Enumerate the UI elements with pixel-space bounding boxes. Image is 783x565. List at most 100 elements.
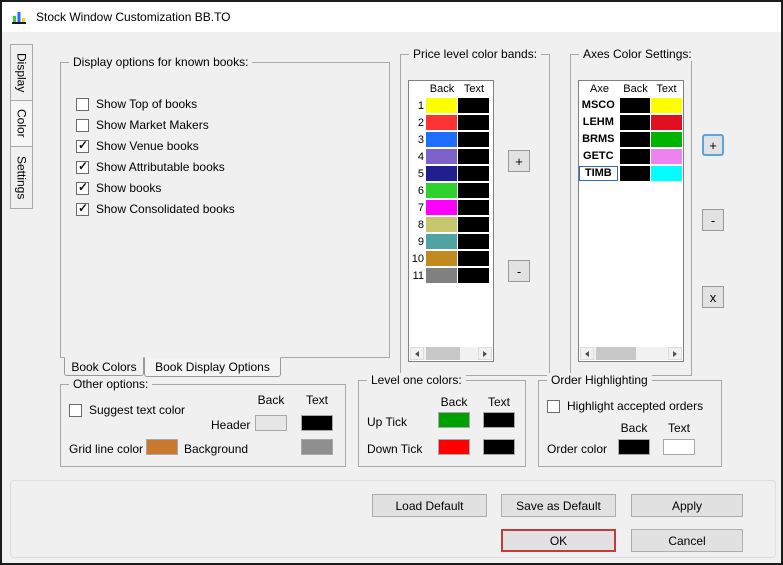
axe-back-swatch[interactable] [620, 98, 651, 113]
price-band-back-swatch[interactable] [426, 132, 457, 147]
ok-button[interactable]: OK [501, 529, 616, 552]
price-band-row[interactable]: 10 [409, 250, 493, 267]
checkbox-show-books[interactable] [76, 182, 89, 195]
axe-back-swatch[interactable] [620, 166, 651, 181]
axe-text-swatch[interactable] [651, 149, 682, 164]
price-band-text-swatch[interactable] [458, 132, 489, 147]
price-band-back-swatch[interactable] [426, 115, 457, 130]
price-band-text-swatch[interactable] [458, 268, 489, 283]
price-band-text-swatch[interactable] [458, 251, 489, 266]
price-band-text-swatch[interactable] [458, 217, 489, 232]
scroll-track[interactable] [594, 347, 668, 360]
grid-line-color-swatch[interactable] [146, 439, 178, 455]
header-back-swatch[interactable] [255, 415, 287, 431]
price-band-back-swatch[interactable] [426, 268, 457, 283]
checkbox-show-market-makers[interactable] [76, 119, 89, 132]
price-band-row[interactable]: 3 [409, 131, 493, 148]
price-band-row[interactable]: 1 [409, 97, 493, 114]
scroll-left-arrow-icon[interactable] [580, 347, 594, 360]
price-band-text-swatch[interactable] [458, 115, 489, 130]
axe-back-swatch[interactable] [620, 149, 651, 164]
order-back-swatch[interactable] [618, 439, 650, 455]
price-band-row[interactable]: 9 [409, 233, 493, 250]
axe-name[interactable]: LEHM [579, 115, 618, 130]
down-tick-back-swatch[interactable] [438, 439, 470, 455]
axe-text-swatch[interactable] [651, 166, 682, 181]
checkbox-suggest-text-color[interactable] [69, 404, 82, 417]
checkbox-highlight-accepted-orders[interactable] [547, 400, 560, 413]
tab-settings[interactable]: Settings [10, 146, 33, 209]
tab-book-display-options[interactable]: Book Display Options [144, 357, 281, 377]
price-band-row[interactable]: 11 [409, 267, 493, 284]
price-band-remove-button[interactable]: - [508, 260, 530, 282]
price-band-text-swatch[interactable] [458, 200, 489, 215]
axes-add-button[interactable]: + [702, 134, 724, 156]
apply-button[interactable]: Apply [631, 494, 743, 517]
price-band-row[interactable]: 6 [409, 182, 493, 199]
price-band-back-swatch[interactable] [426, 251, 457, 266]
price-band-back-swatch[interactable] [426, 98, 457, 113]
price-band-back-swatch[interactable] [426, 166, 457, 181]
scroll-left-arrow-icon[interactable] [410, 347, 424, 360]
price-band-add-button[interactable]: + [508, 150, 530, 172]
load-default-button[interactable]: Load Default [372, 494, 487, 517]
order-text-swatch[interactable] [663, 439, 695, 455]
tab-color[interactable]: Color [10, 100, 33, 147]
price-band-row[interactable]: 7 [409, 199, 493, 216]
price-band-text-swatch[interactable] [458, 98, 489, 113]
checkbox-row-show-market-makers[interactable]: Show Market Makers [76, 118, 235, 132]
axe-name[interactable]: GETC [579, 149, 618, 164]
price-band-back-swatch[interactable] [426, 200, 457, 215]
axe-name[interactable]: MSCO [579, 98, 618, 113]
cancel-button[interactable]: Cancel [631, 529, 743, 552]
axe-text-swatch[interactable] [651, 98, 682, 113]
up-tick-back-swatch[interactable] [438, 412, 470, 428]
price-band-text-swatch[interactable] [458, 234, 489, 249]
scroll-thumb[interactable] [596, 347, 636, 360]
checkbox-row-show-books[interactable]: Show books [76, 181, 235, 195]
background-color-swatch[interactable] [301, 439, 333, 455]
tab-display[interactable]: Display [10, 44, 33, 101]
price-band-row[interactable]: 5 [409, 165, 493, 182]
axe-text-swatch[interactable] [651, 115, 682, 130]
axes-color-table[interactable]: Axe Back Text MSCO LEHM BRMS GETC TIMB [578, 80, 684, 362]
checkbox-row-show-consolidated-books[interactable]: Show Consolidated books [76, 202, 235, 216]
price-bands-hscrollbar[interactable] [410, 347, 492, 360]
scroll-right-arrow-icon[interactable] [478, 347, 492, 360]
checkbox-row-show-attributable-books[interactable]: Show Attributable books [76, 160, 235, 174]
axes-hscrollbar[interactable] [580, 347, 682, 360]
up-tick-text-swatch[interactable] [483, 412, 515, 428]
axes-row[interactable]: GETC [579, 148, 683, 165]
checkbox-row-show-venue-books[interactable]: Show Venue books [76, 139, 235, 153]
checkbox-row-highlight-accepted-orders[interactable]: Highlight accepted orders [547, 399, 703, 413]
axe-name[interactable]: TIMB [579, 166, 618, 181]
axe-text-swatch[interactable] [651, 132, 682, 147]
price-bands-table[interactable]: Back Text 1 2 3 4 5 6 [408, 80, 494, 362]
checkbox-show-attributable-books[interactable] [76, 161, 89, 174]
scroll-right-arrow-icon[interactable] [668, 347, 682, 360]
axes-delete-button[interactable]: x [702, 286, 724, 308]
price-band-back-swatch[interactable] [426, 149, 457, 164]
header-text-swatch[interactable] [301, 415, 333, 431]
checkbox-row-suggest-text-color[interactable]: Suggest text color [69, 403, 185, 417]
axes-remove-button[interactable]: - [702, 209, 724, 231]
axe-back-swatch[interactable] [620, 115, 651, 130]
price-band-back-swatch[interactable] [426, 217, 457, 232]
down-tick-text-swatch[interactable] [483, 439, 515, 455]
price-band-text-swatch[interactable] [458, 183, 489, 198]
price-band-text-swatch[interactable] [458, 149, 489, 164]
scroll-track[interactable] [424, 347, 478, 360]
price-band-row[interactable]: 4 [409, 148, 493, 165]
axe-name[interactable]: BRMS [579, 132, 618, 147]
checkbox-show-top-of-books[interactable] [76, 98, 89, 111]
price-band-row[interactable]: 8 [409, 216, 493, 233]
axes-row[interactable]: TIMB [579, 165, 683, 182]
tab-book-colors[interactable]: Book Colors [64, 357, 144, 376]
price-band-row[interactable]: 2 [409, 114, 493, 131]
axes-row[interactable]: LEHM [579, 114, 683, 131]
save-as-default-button[interactable]: Save as Default [501, 494, 616, 517]
axes-row[interactable]: BRMS [579, 131, 683, 148]
price-band-back-swatch[interactable] [426, 234, 457, 249]
axe-back-swatch[interactable] [620, 132, 651, 147]
scroll-thumb[interactable] [426, 347, 460, 360]
